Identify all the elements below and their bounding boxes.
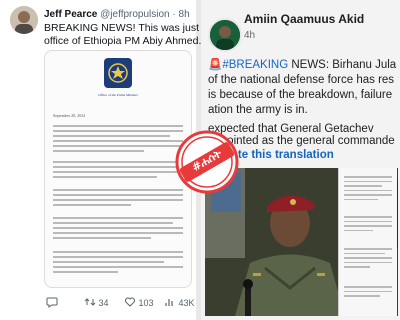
views-count: 43K (178, 298, 195, 308)
document-date: September 20, 2024 (53, 113, 86, 118)
left-post-text-line1: BREAKING NEWS! This was just relea (44, 22, 226, 34)
header-separator: · (172, 9, 176, 20)
inset-text-2 (344, 216, 392, 234)
inset-text-4 (344, 286, 392, 300)
right-post-line1: 🚨#BREAKING NEWS: Birhanu Jula (208, 58, 400, 73)
like-button[interactable]: 103 (124, 296, 154, 308)
ethiopia-emblem-icon (104, 58, 132, 88)
right-post-line1-text: NEWS: Birhanu Jula (288, 59, 397, 71)
right-author-name[interactable]: Amiin Qaamuus Akid (244, 12, 364, 26)
right-post-line2: of the national defense force has res (208, 74, 395, 86)
document-paragraph-3 (53, 189, 183, 209)
reply-button[interactable] (46, 296, 58, 310)
attached-document-image[interactable]: Office of the Prime Minister September 2… (44, 50, 192, 288)
views-chart-icon (165, 299, 173, 306)
right-post-line3: is because of the breakdown, failure (208, 89, 393, 101)
inset-text-1 (344, 176, 392, 203)
left-post-text-line2: office of Ethiopia PM Abiy Ahmed. (44, 35, 202, 47)
left-author-handle[interactable]: @jeffpropulsion (100, 9, 169, 20)
document-paragraph-5 (53, 251, 183, 276)
inset-text-3 (344, 248, 392, 271)
left-post-text: BREAKING NEWS! This was just relea offic… (44, 22, 226, 48)
document-paragraph-1 (53, 125, 183, 155)
reply-icon (46, 297, 58, 308)
rate-translation-label: Rate this translation (223, 149, 334, 161)
right-post-time[interactable]: 4h (244, 30, 255, 41)
document-paragraph-2 (53, 161, 183, 181)
views-button[interactable]: 43K (164, 296, 195, 308)
document-letterhead: Office of the Prime Minister (98, 93, 138, 97)
avatar-photo-icon (10, 6, 38, 34)
hashtag-link[interactable]: #BREAKING (222, 59, 288, 71)
right-author-avatar[interactable] (208, 18, 242, 52)
document-inset (338, 168, 397, 316)
heart-icon (125, 297, 135, 307)
left-post-header: Jeff Pearce @jeffpropulsion · 8h (44, 9, 190, 20)
retweet-icon (84, 298, 96, 306)
left-author-name[interactable]: Jeff Pearce (44, 9, 97, 20)
left-post-time[interactable]: 8h (179, 9, 190, 20)
right-post-line4: ation the army is in. (208, 104, 308, 116)
document-paragraph-4 (53, 217, 183, 242)
like-count: 103 (138, 298, 154, 308)
retweet-button[interactable]: 34 (84, 296, 109, 308)
siren-icon: 🚨 (208, 59, 223, 71)
left-author-avatar[interactable] (10, 6, 38, 34)
fact-check-stamp: #ሐሰት (175, 130, 239, 194)
avatar-photo-icon (210, 20, 240, 50)
retweet-count: 34 (98, 298, 109, 308)
